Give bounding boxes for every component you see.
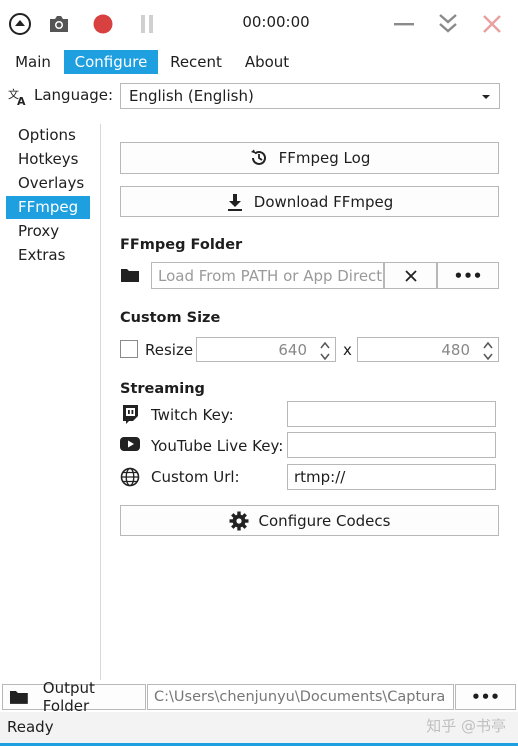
sidebar-item-hotkeys[interactable]: Hotkeys (6, 148, 90, 171)
watermark-text: 知乎 @书亭 (426, 717, 506, 735)
status-text: Ready (7, 718, 54, 736)
ffmpeg-log-label: FFmpeg Log (278, 149, 371, 167)
custom-url-label: Custom Url: (151, 468, 240, 486)
output-folder-bar: Output Folder C:\Users\chenjunyu\Documen… (0, 679, 518, 715)
configure-codecs-button[interactable]: Configure Codecs (120, 505, 499, 536)
ffmpeg-folder-title: FFmpeg Folder (120, 237, 243, 253)
height-stepper[interactable]: 480 (357, 337, 499, 362)
minimize-icon[interactable] (392, 12, 416, 36)
history-icon (250, 149, 266, 165)
navigate-up-icon[interactable] (8, 12, 32, 36)
custom-size-title: Custom Size (120, 310, 221, 326)
globe-icon (120, 467, 140, 487)
download-ffmpeg-label: Download FFmpeg (253, 192, 394, 211)
browse-folder-button[interactable]: ••• (437, 262, 499, 289)
sidebar-item-ffmpeg[interactable]: FFmpeg (6, 196, 90, 219)
translate-icon: 文 A (8, 86, 28, 108)
youtube-key-label: YouTube Live Key: (151, 437, 284, 455)
status-bar: Ready 知乎 @书亭 (0, 712, 518, 746)
ffmpeg-folder-placeholder: Load From PATH or App Directory (158, 266, 384, 285)
size-separator: x (343, 341, 352, 359)
sidebar-item-proxy[interactable]: Proxy (6, 220, 90, 243)
resize-label: Resize (145, 341, 194, 359)
recording-timer: 00:00:00 (242, 13, 310, 31)
output-browse-button[interactable]: ••• (455, 684, 516, 710)
folder-icon (9, 691, 28, 704)
width-value: 640 (278, 340, 307, 359)
output-path-value: C:\Users\chenjunyu\Documents\Captura (154, 689, 446, 705)
twitch-key-label: Twitch Key: (151, 406, 234, 424)
custom-url-input[interactable]: rtmp:// (287, 464, 496, 490)
clear-icon (404, 269, 417, 282)
ffmpeg-folder-input[interactable]: Load From PATH or App Directory (151, 262, 384, 289)
output-path-input[interactable]: C:\Users\chenjunyu\Documents\Captura (147, 684, 454, 710)
menu-bar: Main Configure Recent About (0, 50, 518, 74)
height-value: 480 (441, 340, 470, 359)
configure-codecs-label: Configure Codecs (258, 511, 391, 530)
tab-about[interactable]: About (236, 50, 298, 74)
streaming-title: Streaming (120, 381, 205, 397)
spin-arrows-icon[interactable] (482, 340, 494, 362)
title-bar: 00:00:00 (0, 0, 518, 48)
chevron-down-icon (482, 95, 490, 99)
youtube-key-input[interactable] (287, 432, 496, 458)
record-icon[interactable] (92, 13, 114, 35)
twitch-key-input[interactable] (287, 401, 496, 427)
ffmpeg-log-button[interactable]: FFmpeg Log (120, 142, 499, 174)
language-value: English (English) (129, 87, 254, 105)
sidebar-item-options[interactable]: Options (6, 124, 90, 147)
svg-text:A: A (17, 95, 26, 106)
spin-arrows-icon[interactable] (319, 340, 331, 362)
clear-folder-button[interactable] (384, 262, 437, 289)
sidebar-divider (100, 124, 101, 680)
tab-configure[interactable]: Configure (64, 50, 158, 74)
youtube-icon (120, 436, 140, 454)
camera-icon[interactable] (48, 13, 70, 35)
download-icon (227, 193, 242, 211)
sidebar-item-extras[interactable]: Extras (6, 244, 90, 267)
pause-icon[interactable] (136, 13, 158, 35)
custom-url-value: rtmp:// (294, 468, 346, 486)
width-stepper[interactable]: 640 (196, 337, 336, 362)
tab-main[interactable]: Main (6, 50, 60, 74)
output-folder-button[interactable]: Output Folder (2, 679, 146, 715)
tab-recent[interactable]: Recent (162, 50, 230, 74)
sidebar-item-overlays[interactable]: Overlays (6, 172, 90, 195)
language-select[interactable]: English (English) (120, 83, 500, 109)
output-folder-label: Output Folder (42, 679, 95, 715)
close-icon[interactable] (480, 12, 504, 36)
folder-icon (120, 266, 140, 284)
gear-icon (229, 511, 249, 530)
download-ffmpeg-button[interactable]: Download FFmpeg (120, 186, 499, 217)
collapse-icon[interactable] (436, 11, 460, 37)
twitch-icon (120, 404, 140, 424)
language-label: Language: (34, 86, 114, 104)
resize-checkbox[interactable] (120, 340, 138, 358)
